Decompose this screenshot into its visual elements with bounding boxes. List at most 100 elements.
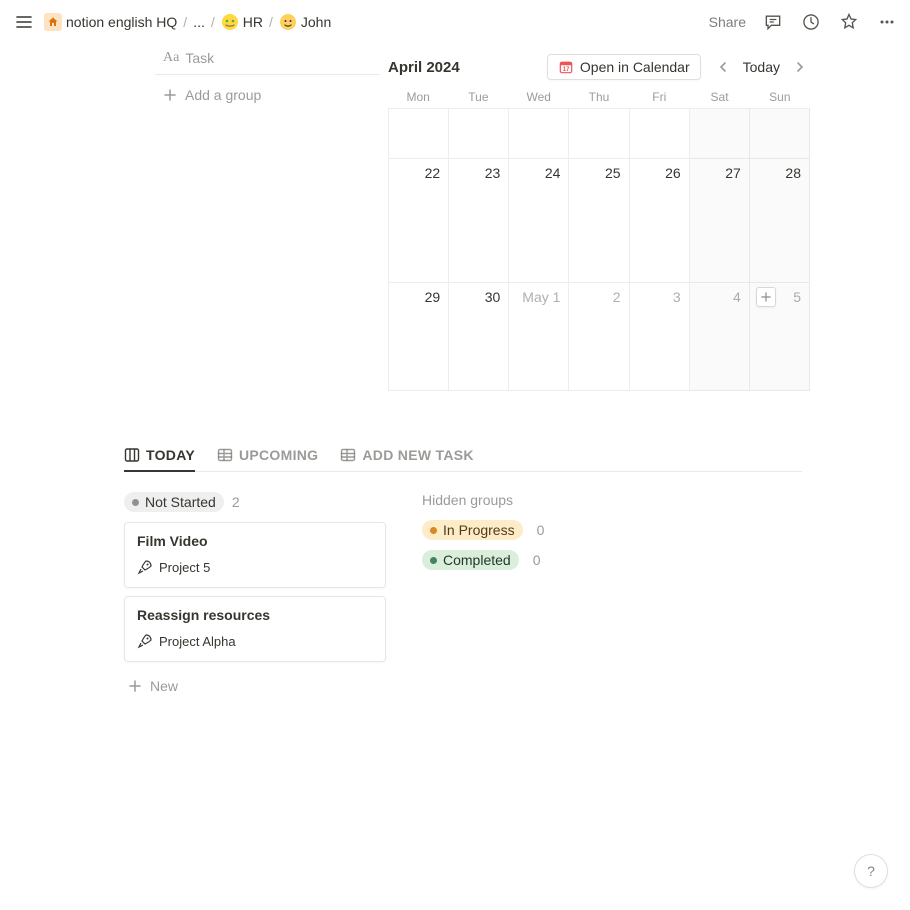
task-project: Project 5 [137,559,373,575]
calendar-cell[interactable]: 22 [389,159,449,283]
calendar-cell[interactable]: 5 [750,283,810,391]
view-tabs: TODAY UPCOMING ADD NEW TASK [124,447,802,472]
calendar-cell[interactable] [509,109,569,159]
calendar-cell[interactable]: 3 [630,283,690,391]
calendar-cell[interactable] [630,109,690,159]
topbar-actions: Share [709,11,898,33]
calendar-cell[interactable]: 26 [630,159,690,283]
open-in-calendar-button[interactable]: 17 Open in Calendar [547,54,701,80]
calendar-cell[interactable]: 4 [690,283,750,391]
calendar-cell[interactable]: 28 [750,159,810,283]
calendar-cell[interactable] [449,109,509,159]
day-number: 4 [733,289,741,305]
breadcrumb-root[interactable]: notion english HQ [66,14,177,30]
rocket-icon [137,633,153,649]
calendar-cell[interactable]: 27 [690,159,750,283]
tab-today-label: TODAY [146,447,195,463]
calendar-app-icon: 17 [558,59,574,75]
prev-month-button[interactable] [713,57,733,77]
calendar-cell[interactable]: 23 [449,159,509,283]
upper-section: Aa Task Add a group April 2024 17 Open i… [0,44,910,391]
calendar-cell[interactable] [569,109,629,159]
hidden-group-in-progress[interactable]: In Progress 0 [422,520,684,540]
group-count: 0 [537,522,545,538]
task-card[interactable]: Reassign resources Project Alpha [124,596,386,662]
today-button[interactable]: Today [743,59,780,75]
calendar-cell[interactable]: 29 [389,283,449,391]
status-dot-icon [430,527,437,534]
calendar-nav: Today [713,57,810,77]
menu-toggle-button[interactable] [12,10,36,34]
breadcrumb: notion english HQ / ... / HR / John [44,13,331,31]
add-group-button[interactable]: Add a group [155,75,380,115]
more-button[interactable] [876,11,898,33]
help-button[interactable]: ? [854,854,888,888]
hamburger-icon [15,13,33,31]
calendar-view: April 2024 17 Open in Calendar Today Mon… [380,44,910,391]
status-label: Not Started [145,494,216,510]
task-property-header[interactable]: Aa Task [155,44,380,75]
dow-sun: Sun [750,90,810,104]
day-number: 23 [485,165,501,181]
tab-add-new-task[interactable]: ADD NEW TASK [340,447,473,463]
group-by-column: Aa Task Add a group [155,44,380,391]
favorite-button[interactable] [838,11,860,33]
status-dot-icon [430,557,437,564]
breadcrumb-person[interactable]: John [301,14,331,30]
tab-upcoming-label: UPCOMING [239,447,318,463]
day-number: 29 [425,289,441,305]
share-button[interactable]: Share [709,14,746,30]
project-label: Project 5 [159,560,210,575]
dow-thu: Thu [569,90,629,104]
calendar-cell[interactable] [750,109,810,159]
help-label: ? [867,863,875,879]
calendar-cell[interactable]: 25 [569,159,629,283]
calendar-cell[interactable] [389,109,449,159]
calendar-cell[interactable]: 2 [569,283,629,391]
breadcrumb-ellipsis[interactable]: ... [193,14,205,30]
next-month-button[interactable] [790,57,810,77]
hr-emoji-icon [221,13,239,31]
calendar-cell[interactable] [690,109,750,159]
chevron-right-icon [794,61,806,73]
day-number: 30 [485,289,501,305]
dow-fri: Fri [629,90,689,104]
table-icon [340,447,356,463]
calendar-title: April 2024 [388,59,460,76]
breadcrumb-hr[interactable]: HR [243,14,263,30]
add-event-button[interactable] [756,287,776,307]
day-number: 5 [793,289,801,305]
hidden-groups-label: Hidden groups [422,492,684,508]
calendar-cell[interactable]: 24 [509,159,569,283]
plus-icon [128,679,142,693]
day-number: 3 [673,289,681,305]
breadcrumb-sep: / [269,14,273,30]
calendar-grid: 22 23 24 25 26 27 28 29 30 May 1 2 3 4 5 [388,108,810,391]
new-card-button[interactable]: New [124,670,386,702]
open-in-calendar-label: Open in Calendar [580,59,690,75]
project-label: Project Alpha [159,634,236,649]
group-header-not-started[interactable]: Not Started 2 [124,492,386,512]
calendar-dow-row: Mon Tue Wed Thu Fri Sat Sun [388,86,810,108]
task-project: Project Alpha [137,633,373,649]
tab-upcoming[interactable]: UPCOMING [217,447,318,463]
calendar-header: April 2024 17 Open in Calendar Today [388,44,810,86]
updates-button[interactable] [800,11,822,33]
comments-button[interactable] [762,11,784,33]
new-label: New [150,678,178,694]
dow-mon: Mon [388,90,448,104]
clock-icon [801,12,821,32]
table-icon [217,447,233,463]
calendar-cell[interactable]: 30 [449,283,509,391]
group-count: 2 [232,494,240,510]
add-group-label: Add a group [185,87,261,103]
plus-icon [163,88,177,102]
tab-today[interactable]: TODAY [124,447,195,463]
calendar-cell[interactable]: May 1 [509,283,569,391]
board-icon [124,447,140,463]
task-card[interactable]: Film Video Project 5 [124,522,386,588]
dow-sat: Sat [689,90,749,104]
hidden-groups-column: Hidden groups In Progress 0 Completed 0 [422,492,684,702]
task-prefix: Aa [163,50,179,66]
hidden-group-completed[interactable]: Completed 0 [422,550,684,570]
